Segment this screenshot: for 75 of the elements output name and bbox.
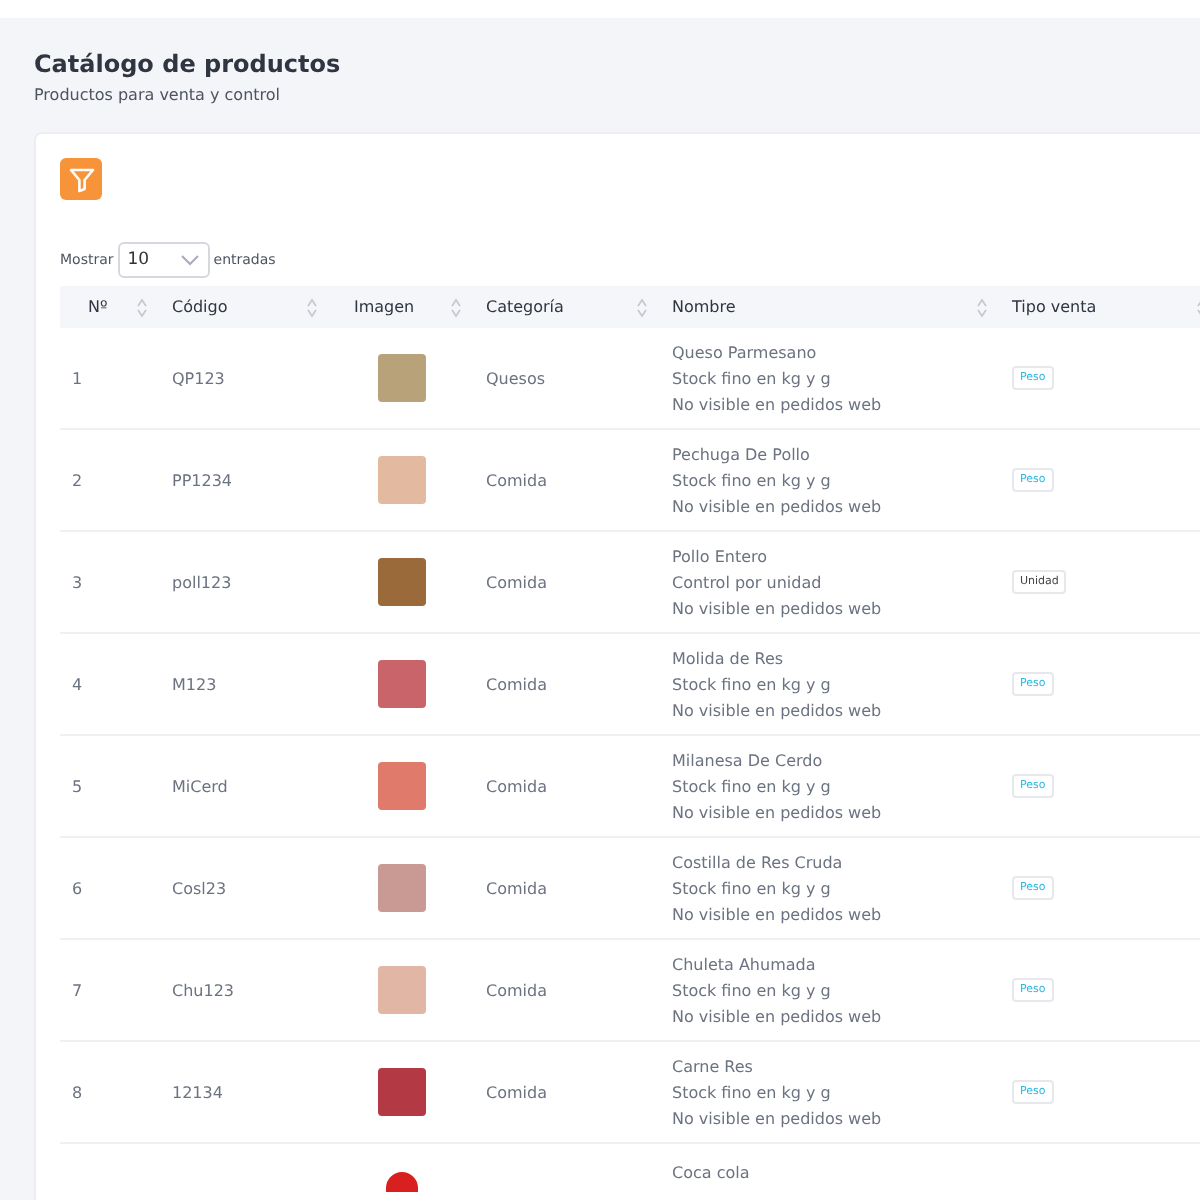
- filter-button[interactable]: [60, 158, 102, 200]
- product-code: 12134: [172, 1083, 223, 1101]
- row-number: 4: [72, 675, 83, 693]
- product-name-line: No visible en pedidos web: [672, 393, 884, 417]
- photo-placeholder: [378, 864, 426, 912]
- product-code: Chu123: [172, 981, 234, 999]
- product-name-line: No visible en pedidos web: [672, 699, 884, 723]
- product-name-line: Stock fino en kg y g: [672, 367, 833, 391]
- product-name-line: No visible en pedidos web: [672, 903, 884, 927]
- product-code: Cosl23: [172, 879, 227, 897]
- product-name-line: Stock fino en kg y g: [672, 469, 833, 493]
- category-cell: Comida: [486, 1083, 547, 1101]
- product-name-line: Control por unidad: [672, 571, 824, 595]
- product-name-line: Stock fino en kg y g: [672, 979, 833, 1003]
- photo-placeholder: [378, 762, 426, 810]
- product-name-line: Milanesa De Cerdo: [672, 749, 825, 773]
- product-name-line: Pollo Entero: [672, 545, 770, 569]
- photo-placeholder: [378, 558, 426, 606]
- product-name-line: No visible en pedidos web: [672, 1107, 884, 1131]
- sort-icon[interactable]: [636, 297, 648, 317]
- product-name-line: Stock fino en kg y g: [672, 1081, 833, 1105]
- column-header[interactable]: Tipo venta: [1012, 298, 1097, 316]
- photo-placeholder: [386, 1172, 418, 1192]
- photo-placeholder: [378, 966, 426, 1014]
- row-number: 8: [72, 1083, 83, 1101]
- sort-icon[interactable]: [306, 297, 318, 317]
- row-number: 7: [72, 981, 83, 999]
- column-header[interactable]: Imagen: [354, 298, 415, 316]
- product-code: poll123: [172, 573, 232, 591]
- product-name-line: No visible en pedidos web: [672, 495, 884, 519]
- product-code: M123: [172, 675, 217, 693]
- product-name-line: Pechuga De Pollo: [672, 443, 812, 467]
- product-name-line: No visible en pedidos web: [672, 801, 884, 825]
- category-cell: Quesos: [486, 369, 546, 387]
- page-subtitle: Productos para venta y control: [34, 86, 283, 104]
- category-cell: Comida: [486, 777, 547, 795]
- photo-placeholder: [378, 456, 426, 504]
- sort-icon[interactable]: [136, 297, 148, 317]
- row-number: 1: [72, 369, 83, 387]
- product-code: MiCerd: [172, 777, 228, 795]
- entries-select[interactable]: 10: [117, 242, 210, 278]
- sort-icon[interactable]: [976, 297, 988, 317]
- page-title: Catálogo de productos: [34, 50, 343, 78]
- product-name-line: Molida de Res: [672, 647, 786, 671]
- column-header[interactable]: Nº: [88, 298, 108, 316]
- product-name-line: Queso Parmesano: [672, 341, 819, 365]
- product-name-line: Coca cola: [672, 1162, 752, 1186]
- row-number: 2: [72, 471, 83, 489]
- category-cell: Comida: [486, 675, 547, 693]
- product-name-line: Stock fino en kg y g: [672, 673, 833, 697]
- column-header[interactable]: Código: [172, 298, 228, 316]
- sort-icon[interactable]: [450, 297, 462, 317]
- product-code: QP123: [172, 369, 225, 387]
- product-name-line: Carne Res: [672, 1055, 755, 1079]
- product-code: PP1234: [172, 471, 233, 489]
- column-header[interactable]: Nombre: [672, 298, 736, 316]
- chevron-down-icon: [179, 254, 200, 266]
- row-number: 5: [72, 777, 83, 795]
- column-header[interactable]: Categoría: [486, 298, 564, 316]
- row-number: 6: [72, 879, 83, 897]
- funnel-icon: [67, 165, 95, 193]
- photo-placeholder: [378, 354, 426, 402]
- photo-placeholder: [378, 660, 426, 708]
- product-name-line: No visible en pedidos web: [672, 1005, 884, 1029]
- product-name-line: Chuleta Ahumada: [672, 953, 818, 977]
- category-cell: Comida: [486, 879, 547, 897]
- category-cell: Comida: [486, 471, 547, 489]
- category-cell: Comida: [486, 573, 547, 591]
- category-cell: Comida: [486, 981, 547, 999]
- row-number: 3: [72, 573, 83, 591]
- product-name-line: No visible en pedidos web: [672, 597, 884, 621]
- product-name-line: Stock fino en kg y g: [672, 775, 833, 799]
- photo-placeholder: [378, 1068, 426, 1116]
- product-name-line: Stock fino en kg y g: [672, 877, 833, 901]
- product-name-line: Costilla de Res Cruda: [672, 851, 845, 875]
